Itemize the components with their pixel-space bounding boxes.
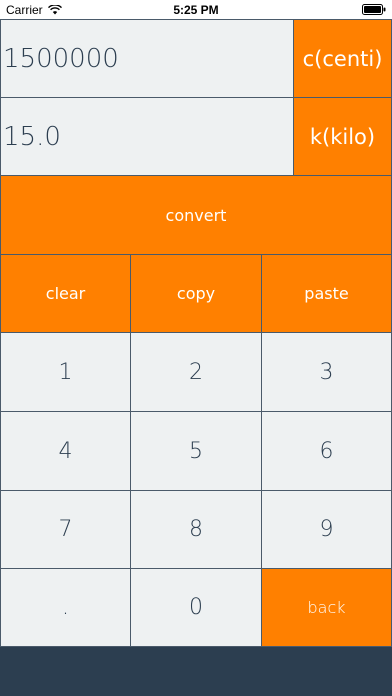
output-unit-label: k(kilo)	[309, 124, 376, 149]
output-value-field[interactable]: 15.0	[0, 97, 294, 176]
key-6-label: 6	[319, 438, 334, 464]
key-2[interactable]: 2	[130, 332, 262, 412]
copy-label: copy	[176, 284, 216, 303]
key-2-label: 2	[189, 359, 203, 385]
key-3-label: 3	[319, 359, 334, 385]
status-time: 5:25 PM	[173, 3, 219, 17]
key-8[interactable]: 8	[130, 490, 262, 569]
key-7-label: 7	[58, 517, 73, 542]
paste-label: paste	[304, 284, 349, 303]
input-unit-label: c(centi)	[302, 46, 383, 71]
key-8-label: 8	[189, 517, 203, 542]
copy-button[interactable]: copy	[130, 254, 262, 333]
key-4-label: 4	[58, 438, 73, 464]
key-1[interactable]: 1	[0, 332, 131, 412]
key-9[interactable]: 9	[261, 490, 392, 569]
input-unit-button[interactable]: c(centi)	[293, 19, 392, 98]
key-0[interactable]: 0	[130, 568, 262, 647]
key-5[interactable]: 5	[130, 411, 262, 491]
key-4[interactable]: 4	[0, 411, 131, 491]
output-value-text: 15.0	[3, 121, 61, 152]
clear-button[interactable]: clear	[0, 254, 131, 333]
input-value-field[interactable]: 1500000	[0, 19, 294, 98]
key-6[interactable]: 6	[261, 411, 392, 491]
key-5-label: 5	[189, 438, 203, 464]
status-bar: Carrier 5:25 PM	[0, 0, 392, 19]
key-3[interactable]: 3	[261, 332, 392, 412]
key-1-label: 1	[58, 359, 73, 385]
key-9-label: 9	[319, 517, 334, 542]
back-button[interactable]: back	[261, 568, 392, 647]
input-value-text: 1500000	[3, 43, 119, 74]
battery-icon	[362, 4, 386, 15]
status-right	[362, 4, 386, 18]
key-0-label: 0	[189, 595, 203, 620]
convert-label: convert	[165, 205, 227, 225]
key-dot-label: .	[62, 595, 69, 620]
bottom-bar	[0, 647, 392, 696]
key-dot[interactable]: .	[0, 568, 131, 647]
output-unit-button[interactable]: k(kilo)	[293, 97, 392, 176]
back-label: back	[307, 598, 346, 617]
convert-button[interactable]: convert	[0, 175, 392, 255]
paste-button[interactable]: paste	[261, 254, 392, 333]
clear-label: clear	[45, 284, 86, 303]
key-7[interactable]: 7	[0, 490, 131, 569]
